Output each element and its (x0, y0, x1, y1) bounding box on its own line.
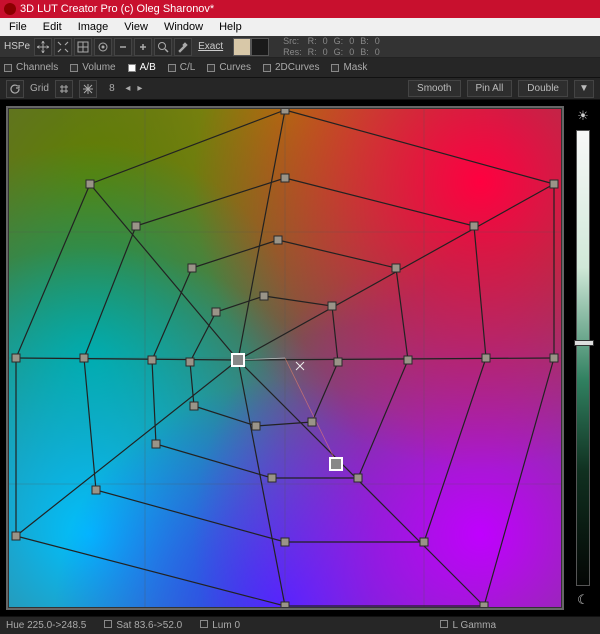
gamma-checkbox[interactable] (440, 620, 448, 628)
grid-tool[interactable] (74, 38, 92, 56)
zoom-out-tool[interactable] (114, 38, 132, 56)
tab-2dcurves[interactable]: 2DCurves (263, 62, 319, 73)
tab-channels[interactable]: Channels (4, 62, 58, 73)
grid-burst-button[interactable] (79, 80, 97, 98)
reset-button[interactable] (6, 80, 24, 98)
grid-steps-inc[interactable]: ▸ (135, 81, 145, 97)
zoom-in-tool[interactable] (134, 38, 152, 56)
expand-tool[interactable] (54, 38, 72, 56)
tab-bar: Channels Volume A/B C/L Curves 2DCurves … (0, 58, 600, 78)
grid-steps-value: 8 (103, 83, 121, 94)
magnifier-tool[interactable] (154, 38, 172, 56)
main-area: ☀ ☾ (0, 100, 600, 616)
menu-edit[interactable]: Edit (36, 20, 69, 34)
status-lum: Lum 0 (212, 620, 240, 631)
tab-ab[interactable]: A/B (128, 62, 156, 73)
lum-checkbox[interactable] (200, 620, 208, 628)
brightness-slider[interactable] (576, 130, 590, 586)
smooth-button[interactable]: Smooth (408, 80, 460, 97)
swatch-pair (233, 38, 269, 56)
menu-file[interactable]: File (2, 20, 34, 34)
exact-toggle[interactable]: Exact (198, 41, 223, 52)
titlebar: 3D LUT Creator Pro (c) Oleg Sharonov* (0, 0, 600, 18)
tab-curves[interactable]: Curves (207, 62, 251, 73)
grid-steps-stepper[interactable]: 8 ◂ ▸ (103, 81, 145, 97)
grid-label: Grid (30, 83, 49, 94)
toolbar-main: HSPe Exact Src: R:0 G:0 B:0 Res: R:0 G:0… (0, 36, 600, 58)
app-icon (4, 3, 16, 15)
tab-mask[interactable]: Mask (331, 62, 367, 73)
title-text: 3D LUT Creator Pro (c) Oleg Sharonov* (20, 3, 214, 15)
status-hue: Hue 225.0->248.5 (6, 620, 86, 631)
pinall-button[interactable]: Pin All (467, 80, 513, 97)
swatch-foreground[interactable] (233, 38, 251, 56)
menu-image[interactable]: Image (71, 20, 116, 34)
sat-checkbox[interactable] (104, 620, 112, 628)
menubar: File Edit Image View Window Help (0, 18, 600, 36)
target-tool[interactable] (94, 38, 112, 56)
dropdown-button[interactable]: ▼ (574, 80, 594, 98)
center-node[interactable] (232, 354, 244, 366)
pipette-tool[interactable] (174, 38, 192, 56)
spider-grid-overlay[interactable] (6, 106, 564, 610)
toolbar-grid: Grid 8 ◂ ▸ Smooth Pin All Double ▼ (0, 78, 600, 100)
status-gamma: L Gamma (452, 620, 496, 631)
move-tool[interactable] (34, 38, 52, 56)
color-readout: Src: R:0 G:0 B:0 Res: R:0 G:0 B:0 (281, 35, 386, 59)
grid-hash-button[interactable] (55, 80, 73, 98)
moon-icon[interactable]: ☾ (577, 592, 589, 608)
menu-window[interactable]: Window (157, 20, 210, 34)
double-button[interactable]: Double (518, 80, 568, 97)
selected-node[interactable] (330, 458, 342, 470)
color-model-label[interactable]: HSPe (4, 41, 30, 52)
statusbar: Hue 225.0->248.5 Sat 83.6->52.0 Lum 0 L … (0, 616, 600, 634)
color-canvas[interactable] (6, 106, 564, 610)
brightness-strip: ☀ ☾ (570, 106, 596, 610)
swatch-background[interactable] (251, 38, 269, 56)
brightness-thumb[interactable] (574, 340, 594, 346)
grid-steps-dec[interactable]: ◂ (123, 81, 133, 97)
tab-volume[interactable]: Volume (70, 62, 115, 73)
tab-cl[interactable]: C/L (168, 62, 196, 73)
menu-help[interactable]: Help (212, 20, 249, 34)
status-sat: Sat 83.6->52.0 (116, 620, 182, 631)
menu-view[interactable]: View (117, 20, 155, 34)
sun-icon[interactable]: ☀ (577, 108, 589, 124)
